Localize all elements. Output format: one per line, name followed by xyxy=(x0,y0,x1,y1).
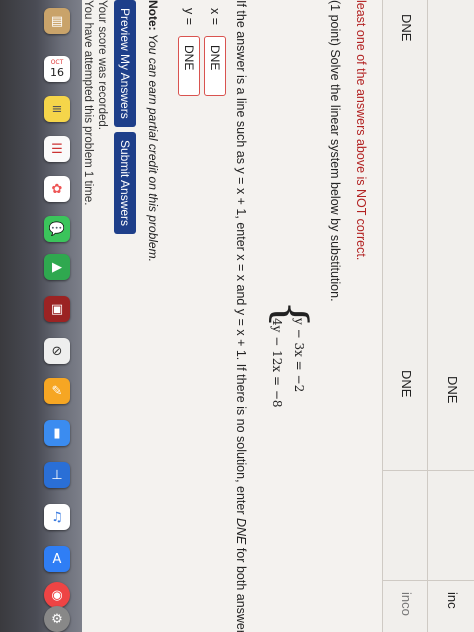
y-answer-input[interactable]: DNE xyxy=(178,36,200,96)
keynote-icon[interactable]: ⊥ xyxy=(44,462,70,488)
instructions-text: If the answer is a line such as y = x + … xyxy=(234,0,248,518)
previous-answers-table: DNE inc DNE DNE inco xyxy=(382,0,474,632)
instructions-tail: for both answers. xyxy=(234,544,248,632)
calendar-icon[interactable]: OCT 16 xyxy=(44,56,70,82)
previous-answer-cell: DNE xyxy=(399,370,414,398)
calendar-day: 16 xyxy=(50,66,64,79)
app-store-icon[interactable]: A xyxy=(44,546,70,572)
system-preferences-icon[interactable]: ⚙ xyxy=(44,606,70,632)
incorrect-warning: least one of the answers above is NOT co… xyxy=(354,0,368,261)
instructions-dne: DNE xyxy=(234,518,248,545)
numbers-icon[interactable]: ▮ xyxy=(44,420,70,446)
x-answer-input[interactable]: DNE xyxy=(204,36,226,96)
contacts-icon[interactable]: ▤ xyxy=(44,8,70,34)
photo-booth-icon[interactable]: ▣ xyxy=(44,296,70,322)
submit-answers-button[interactable]: Submit Answers xyxy=(114,132,136,235)
ibooks-icon[interactable]: ✎ xyxy=(44,378,70,404)
problem-prompt: (1 point) Solve the linear system below … xyxy=(328,0,342,302)
note-text: You can earn partial credit on this prob… xyxy=(146,30,160,262)
equation-1: y − 3x = −2 xyxy=(292,318,306,393)
reminders-icon[interactable]: ☰ xyxy=(44,136,70,162)
equation-2: 4y − 12x = −8 xyxy=(270,318,284,408)
calendar-month: OCT xyxy=(50,59,64,66)
previous-answer-cell: DNE xyxy=(399,14,414,42)
partial-credit-note: Note: You can earn partial credit on thi… xyxy=(146,0,160,262)
attempts-text: You have attempted this problem 1 time. xyxy=(82,0,94,206)
dock: ▤ OCT 16 ≡ ☰ ✿ 💬 ▶ ▣ ⊘ ✎ ▮ ⊥ ♫ A ◉ ⚙ xyxy=(0,0,82,632)
notes-icon[interactable]: ≡ xyxy=(44,96,70,122)
linear-system: { y − 3x = −2 4y − 12x = −8 xyxy=(258,300,316,460)
messages-icon[interactable]: 💬 xyxy=(44,216,70,242)
chrome-icon[interactable]: ◉ xyxy=(44,582,70,608)
itunes-icon[interactable]: ⊘ xyxy=(44,338,70,364)
music-icon[interactable]: ♫ xyxy=(44,504,70,530)
webwork-page: DNE inc DNE DNE inco least one of the an… xyxy=(82,0,474,632)
preview-answers-button[interactable]: Preview My Answers xyxy=(114,0,136,127)
problem-instructions: If the answer is a line such as y = x + … xyxy=(234,0,248,632)
previous-answer-cell: DNE xyxy=(445,376,460,404)
note-label: Note: xyxy=(146,0,160,31)
previous-result-cell: inc xyxy=(445,592,460,609)
facetime-icon[interactable]: ▶ xyxy=(44,254,70,280)
x-label: x = xyxy=(208,8,222,26)
score-recorded-text: Your score was recorded. xyxy=(96,0,108,130)
y-label: y = xyxy=(182,8,196,26)
previous-result-cell: inco xyxy=(399,592,414,616)
photos-icon[interactable]: ✿ xyxy=(44,176,70,202)
